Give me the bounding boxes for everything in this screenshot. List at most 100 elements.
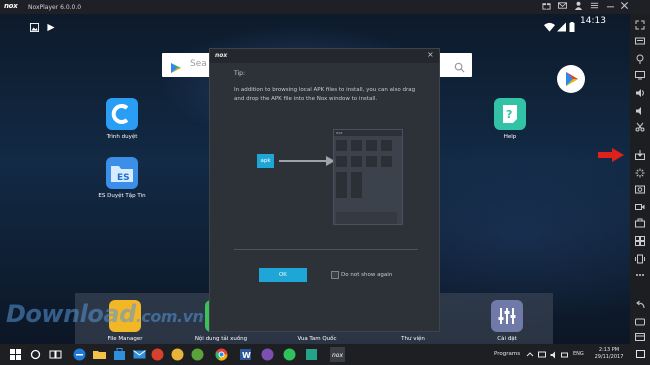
programs-label[interactable]: Programs [494,351,520,357]
fullscreen-icon[interactable] [635,20,645,30]
nox-window-illustration: nox [333,129,403,225]
more-icon[interactable] [635,270,645,280]
word-icon[interactable]: W [238,347,253,362]
toolbox-icon[interactable] [635,218,645,228]
minimize-icon[interactable] [604,1,616,13]
mini-grid-cell [336,140,347,151]
android-status-bar: 14:13 [0,14,630,32]
dock-label: File Manager [107,336,143,342]
do-not-show-checkbox[interactable] [331,271,339,279]
store-icon[interactable] [112,347,127,362]
mini-dock [336,212,397,224]
dock-settings[interactable]: Cài đặt [472,300,542,342]
menu-icon[interactable] [588,1,600,13]
svg-text:ES: ES [117,173,130,183]
nox-taskbar-icon[interactable]: nox [330,347,345,362]
cortana-icon[interactable] [28,347,43,362]
viber-icon[interactable] [260,347,275,362]
search-icon[interactable] [454,58,465,77]
search-hint: Sea [190,59,207,69]
network-icon[interactable] [538,351,546,359]
mail-icon[interactable] [556,1,568,13]
scissors-icon[interactable] [635,122,645,132]
spotify-icon[interactable] [282,347,297,362]
browser-icon [106,98,138,130]
user-icon[interactable] [572,1,584,13]
windows-start-icon[interactable] [8,347,23,362]
app-help[interactable]: ? Help [475,98,545,140]
mini-grid-cell [381,140,392,151]
apk-file-icon: apk [257,154,274,168]
window-title: NoxPlayer 6.0.0.0 [28,3,82,11]
volume-up-icon[interactable] [635,88,645,98]
watermark: Download.com.vn [6,300,204,328]
app-browser[interactable]: Trình duyệt [87,98,157,140]
mini-grid-cell [366,156,377,167]
battery-icon [569,17,575,36]
drag-arrow-icon [279,156,335,166]
close-window-icon[interactable] [618,1,630,13]
dock-label: Vua Tam Quốc [297,336,337,342]
clock-date: 29/11/2017 [594,354,624,360]
mini-grid-cell [366,140,377,151]
highlight-arrow-icon [598,148,624,162]
back-icon[interactable] [635,300,645,310]
tip-title: Tip: [234,70,245,77]
watermark-suffix: .com.vn [135,307,204,326]
home-icon[interactable] [635,316,645,326]
dock-label: Cài đặt [497,336,517,342]
play-store-button[interactable] [557,65,585,93]
speaker-icon[interactable] [550,351,558,359]
task-view-icon[interactable] [48,347,63,362]
app-es-file-explorer[interactable]: ES ES Duyệt Tập Tin [87,157,157,199]
gift-icon[interactable] [540,1,552,13]
play-store-icon [566,72,578,86]
play-notification-icon [46,17,56,36]
screenshot-icon[interactable] [635,184,645,194]
ok-button[interactable]: OK [259,268,307,282]
app-label: Help [503,134,517,140]
loading-icon[interactable] [635,168,645,178]
app-icon-yellow[interactable] [170,347,185,362]
chrome-icon[interactable] [214,347,229,362]
record-icon[interactable] [635,202,645,212]
notification-center-icon[interactable] [636,350,645,359]
dialog-close-button[interactable]: × [427,50,434,59]
battery-tray-icon[interactable] [561,351,569,359]
app-icon-teal[interactable] [304,347,319,362]
dock-label: Nội dung tải xuống [194,336,248,342]
es-folder-icon: ES [106,157,138,189]
mini-grid-cell [381,156,392,167]
mini-grid-cell [351,156,362,167]
status-time: 14:13 [580,16,606,26]
image-notification-icon [30,17,39,36]
keyboard-icon[interactable] [635,36,645,46]
system-clock[interactable]: 2:13 PM 29/11/2017 [586,347,632,361]
play-store-icon [170,59,182,78]
game-app-icon[interactable] [150,347,165,362]
watermark-text: Download [6,300,136,328]
volume-down-icon[interactable] [635,106,645,116]
title-bar: nox NoxPlayer 6.0.0.0 [0,0,650,14]
tray-arrow-icon[interactable] [526,351,534,359]
recent-apps-icon[interactable] [635,332,645,342]
svg-text:W: W [242,351,251,360]
mail-app-icon[interactable] [132,347,147,362]
dialog-nox-logo: nox [215,52,228,59]
windows-taskbar: W nox Programs ENG 2:13 PM 29/11/2017 [0,344,650,365]
explorer-icon[interactable] [92,347,107,362]
mini-grid-cell [336,156,347,167]
mini-grid-cell [351,140,362,151]
help-icon: ? [494,98,526,130]
location-icon[interactable] [635,54,645,64]
screen-icon[interactable] [635,70,645,80]
nox-logo: nox [4,2,18,10]
multi-instance-icon[interactable] [635,236,645,246]
edge-icon[interactable] [72,347,87,362]
install-apk-icon[interactable] [635,150,645,160]
svg-text:nox: nox [332,352,343,359]
shake-icon[interactable] [635,254,645,264]
language-indicator[interactable]: ENG [573,351,584,357]
app-icon-green[interactable] [190,347,205,362]
mini-grid-cell [351,172,362,198]
